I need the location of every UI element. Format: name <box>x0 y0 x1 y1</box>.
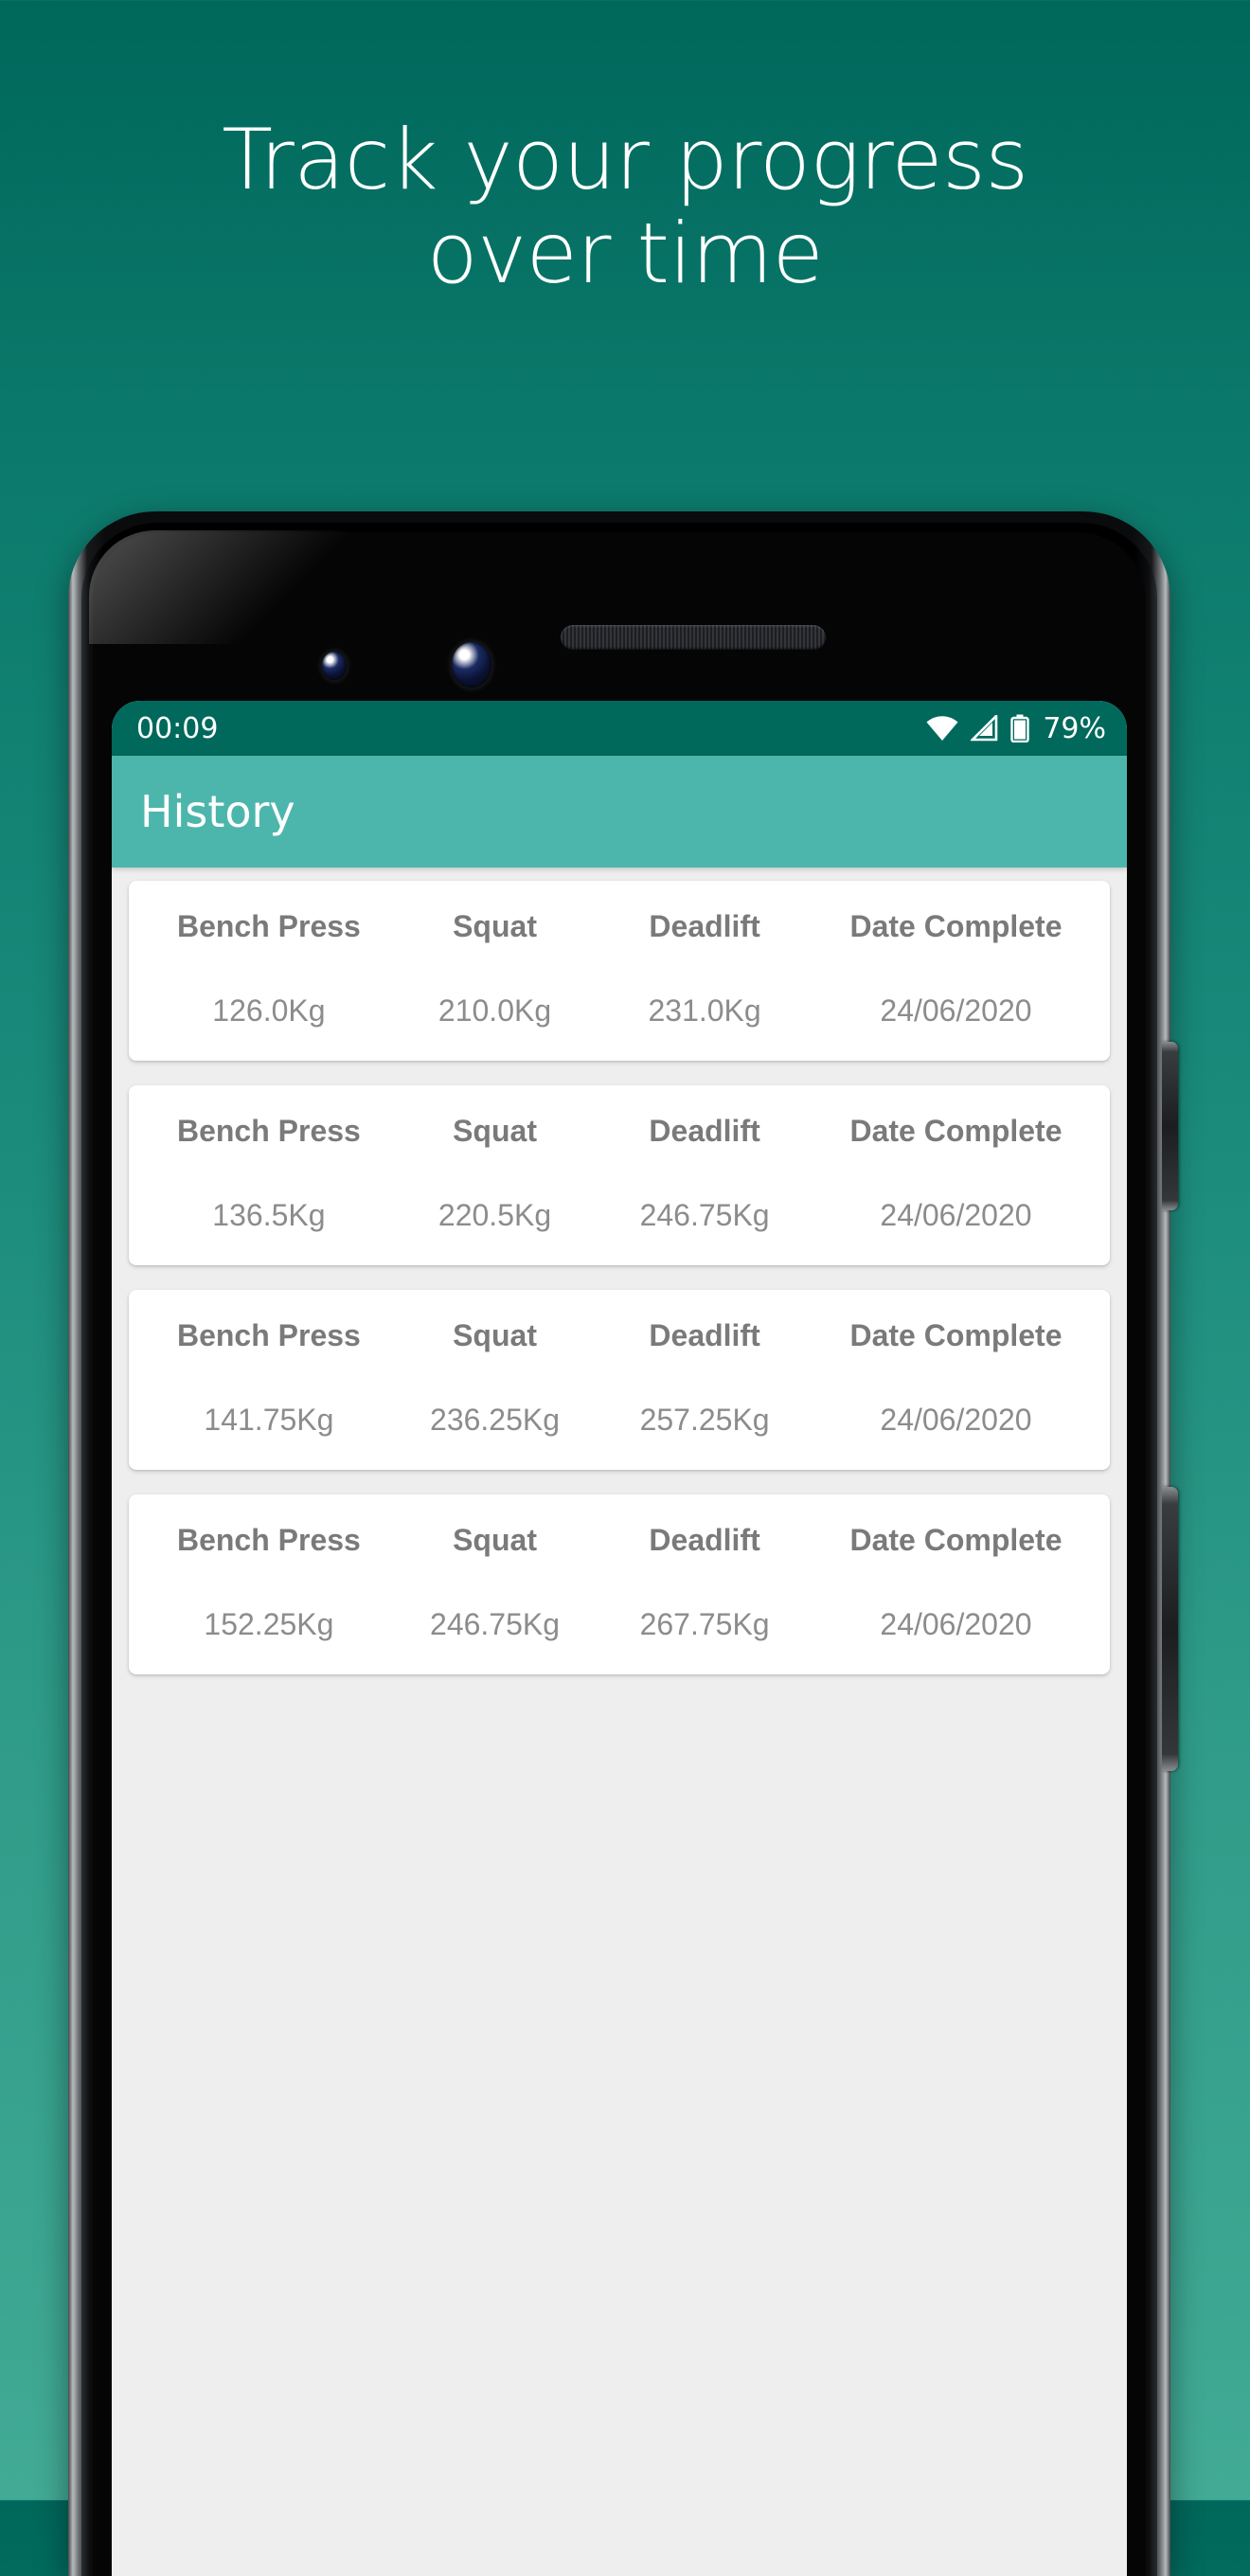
cell-deadlift: 231.0Kg <box>648 993 761 1028</box>
cell-bench-press: 136.5Kg <box>212 1198 326 1232</box>
battery-icon <box>1010 714 1030 742</box>
column-header-deadlift: Deadlift <box>649 909 760 943</box>
table-header-row: Bench Press Squat Deadlift Date Complete <box>142 909 1097 944</box>
cell-squat: 220.5Kg <box>438 1198 552 1232</box>
status-bar-clock: 00:09 <box>136 711 219 745</box>
column-header-date-complete: Date Complete <box>849 909 1062 943</box>
cell-date-complete: 24/06/2020 <box>880 1607 1032 1641</box>
cellular-signal-icon <box>971 715 999 742</box>
app-bar: History <box>112 756 1127 868</box>
cell-deadlift: 246.75Kg <box>639 1198 770 1232</box>
list-item[interactable]: Bench Press Squat Deadlift Date Complete… <box>129 881 1110 1061</box>
phone-mockup: 00:09 79% History Bench Press Squat Dead… <box>68 511 1178 2576</box>
column-header-date-complete: Date Complete <box>849 1523 1062 1557</box>
headline-line-1: Track your progress <box>222 111 1028 208</box>
column-header-bench-press: Bench Press <box>176 909 361 943</box>
column-header-squat: Squat <box>453 1318 537 1352</box>
table-row: 152.25Kg 246.75Kg 267.75Kg 24/06/2020 <box>142 1607 1097 1642</box>
cell-bench-press: 126.0Kg <box>212 993 326 1028</box>
column-header-deadlift: Deadlift <box>649 1114 760 1148</box>
column-header-date-complete: Date Complete <box>849 1318 1062 1352</box>
column-header-deadlift: Deadlift <box>649 1318 760 1352</box>
column-header-date-complete: Date Complete <box>849 1114 1062 1148</box>
cell-deadlift: 257.25Kg <box>639 1403 770 1437</box>
list-item[interactable]: Bench Press Squat Deadlift Date Complete… <box>129 1494 1110 1674</box>
promo-headline: Track your progress over time <box>0 111 1250 302</box>
column-header-bench-press: Bench Press <box>176 1318 361 1352</box>
volume-rocker-button[interactable] <box>1162 1487 1178 1771</box>
cell-squat: 210.0Kg <box>438 993 552 1028</box>
cell-date-complete: 24/06/2020 <box>880 993 1032 1028</box>
cell-deadlift: 267.75Kg <box>639 1607 770 1641</box>
cell-squat: 236.25Kg <box>430 1403 561 1437</box>
column-header-deadlift: Deadlift <box>649 1523 760 1557</box>
front-camera-icon <box>452 642 491 688</box>
table-row: 136.5Kg 220.5Kg 246.75Kg 24/06/2020 <box>142 1198 1097 1233</box>
list-item[interactable]: Bench Press Squat Deadlift Date Complete… <box>129 1085 1110 1265</box>
table-row: 141.75Kg 236.25Kg 257.25Kg 24/06/2020 <box>142 1403 1097 1438</box>
column-header-squat: Squat <box>453 1523 537 1557</box>
cell-bench-press: 152.25Kg <box>204 1607 334 1641</box>
table-header-row: Bench Press Squat Deadlift Date Complete <box>142 1318 1097 1353</box>
status-bar: 00:09 79% <box>112 701 1127 756</box>
column-header-bench-press: Bench Press <box>176 1114 361 1148</box>
earpiece-speaker-grille <box>561 625 826 650</box>
list-item[interactable]: Bench Press Squat Deadlift Date Complete… <box>129 1290 1110 1470</box>
status-bar-indicators: 79% <box>925 712 1106 745</box>
cell-bench-press: 141.75Kg <box>204 1403 334 1437</box>
cell-date-complete: 24/06/2020 <box>880 1403 1032 1437</box>
table-header-row: Bench Press Squat Deadlift Date Complete <box>142 1114 1097 1149</box>
headline-line-2: over time <box>426 204 824 302</box>
cell-squat: 246.75Kg <box>430 1607 561 1641</box>
table-row: 126.0Kg 210.0Kg 231.0Kg 24/06/2020 <box>142 993 1097 1029</box>
phone-screen: 00:09 79% History Bench Press Squat Dead… <box>112 701 1127 2576</box>
page-title: History <box>140 786 295 837</box>
table-header-row: Bench Press Squat Deadlift Date Complete <box>142 1523 1097 1558</box>
front-sensor-icon <box>322 652 347 680</box>
column-header-bench-press: Bench Press <box>176 1523 361 1557</box>
column-header-squat: Squat <box>453 909 537 943</box>
battery-percentage-label: 79% <box>1043 711 1106 745</box>
wifi-icon <box>925 715 959 742</box>
history-list[interactable]: Bench Press Squat Deadlift Date Complete… <box>112 868 1127 1674</box>
cell-date-complete: 24/06/2020 <box>880 1198 1032 1232</box>
column-header-squat: Squat <box>453 1114 537 1148</box>
power-button[interactable] <box>1162 1042 1178 1210</box>
